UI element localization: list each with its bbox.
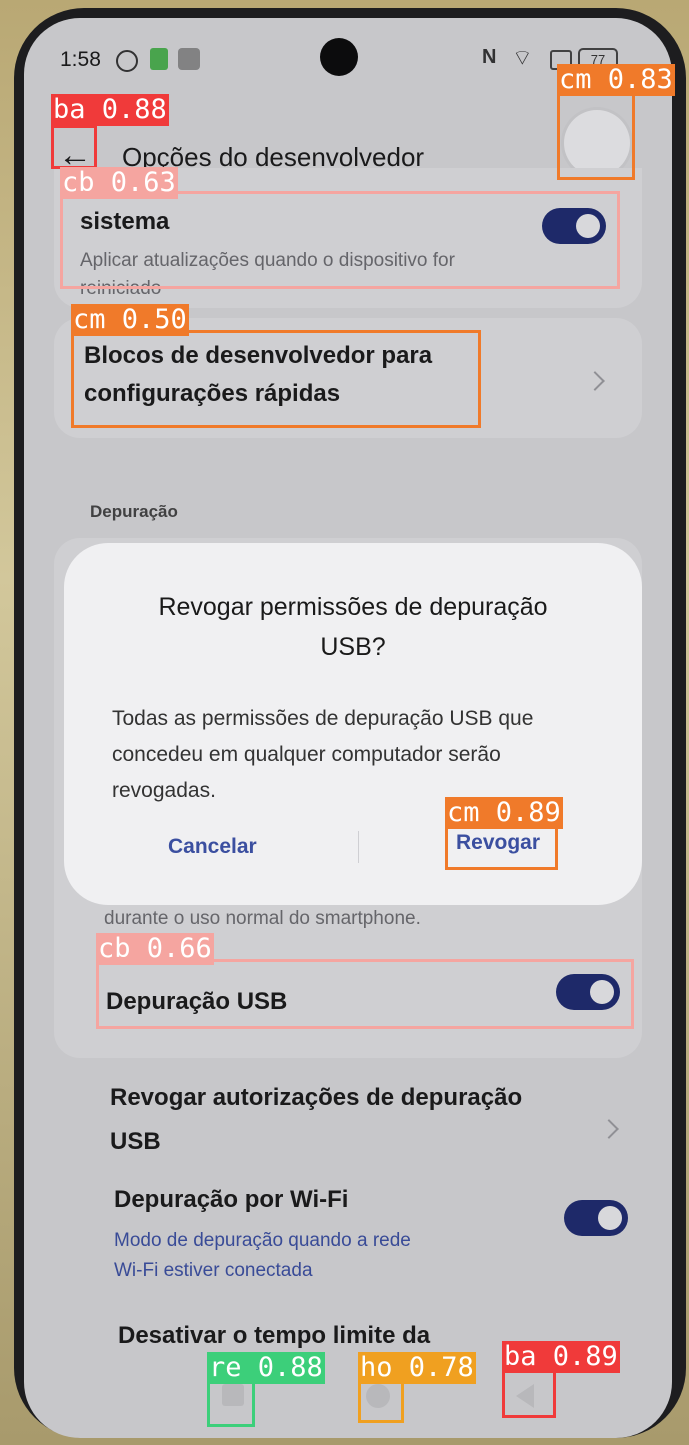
detection-box	[71, 330, 481, 428]
detection-box	[207, 1379, 255, 1427]
detection-label: ba 0.89	[502, 1341, 620, 1373]
dialog-divider	[358, 831, 359, 863]
detection-box	[358, 1379, 404, 1423]
dialog-body: Todas as permissões de depuração USB que	[112, 707, 534, 730]
detection-label: ba 0.88	[51, 94, 169, 126]
detection-label: ho 0.78	[358, 1352, 476, 1384]
dialog-body-3: revogadas.	[112, 779, 216, 802]
detection-box	[557, 90, 635, 180]
detection-box	[445, 824, 558, 870]
detection-label: cm 0.89	[445, 797, 563, 829]
detection-label: cm 0.50	[71, 304, 189, 336]
detection-label: re 0.88	[207, 1352, 325, 1384]
detection-box	[96, 959, 634, 1029]
cancel-button[interactable]: Cancelar	[168, 835, 257, 859]
detection-box	[51, 125, 97, 169]
detection-box	[60, 191, 620, 289]
detection-label: cb 0.66	[96, 933, 214, 965]
dialog-title-2: USB?	[320, 633, 386, 661]
dialog-body-2: concedeu em qualquer computador serão	[112, 743, 501, 766]
detection-label: cm 0.83	[557, 64, 675, 96]
detection-label: cb 0.63	[60, 167, 178, 199]
detection-box	[502, 1370, 556, 1418]
dialog-title: Revogar permissões de depuração	[158, 593, 548, 621]
